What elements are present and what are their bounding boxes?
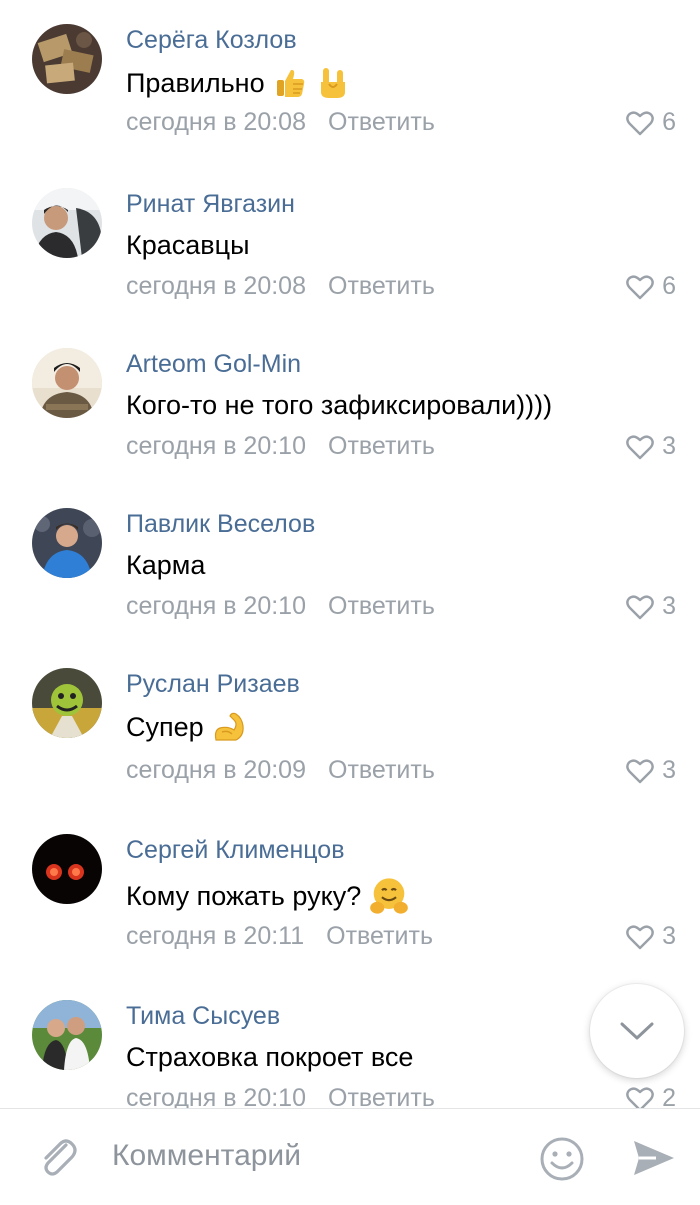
comment-text: Карма	[126, 550, 205, 581]
comment-composer: Комментарий	[0, 1108, 700, 1205]
hugging-face-emoji	[370, 878, 409, 914]
like-count: 6	[662, 272, 676, 300]
comment-item: Arteom Gol-Min Кого-то не того зафиксиро…	[0, 328, 700, 488]
comment-meta: сегодня в 20:08 Ответить	[126, 108, 435, 137]
comment-meta: сегодня в 20:10 Ответить	[126, 592, 435, 621]
comment-time: сегодня в 20:10	[126, 592, 306, 620]
heart-icon	[626, 110, 654, 135]
comment-text: Кого-то не того зафиксировали))))	[126, 390, 552, 421]
comment-item: Сергей Клименцов Кому пожать руку? сегод…	[0, 814, 700, 980]
comment-meta: сегодня в 20:10 Ответить	[126, 1084, 435, 1108]
reply-button[interactable]: Ответить	[326, 922, 433, 950]
chevron-down-icon	[620, 1022, 654, 1040]
heart-icon	[626, 434, 654, 459]
comment-author[interactable]: Сергей Клименцов	[126, 836, 344, 865]
heart-icon	[626, 1086, 654, 1108]
comment-time: сегодня в 20:09	[126, 756, 306, 784]
like-count: 3	[662, 592, 676, 620]
rock-hand-emoji	[320, 68, 345, 98]
paperclip-icon[interactable]	[36, 1135, 80, 1179]
heart-icon	[626, 274, 654, 299]
flexed-biceps-emoji	[214, 712, 244, 741]
comment-item: Серёга Козлов Правильно сегодня в 20:08 О…	[0, 4, 700, 164]
comment-author[interactable]: Ринат Явгазин	[126, 190, 295, 219]
like-count: 3	[662, 432, 676, 460]
comment-author[interactable]: Серёга Козлов	[126, 26, 297, 55]
reply-button[interactable]: Ответить	[328, 108, 435, 136]
scroll-down-button[interactable]	[590, 984, 684, 1078]
reply-button[interactable]: Ответить	[328, 272, 435, 300]
comment-text-content: Кого-то не того зафиксировали))))	[126, 390, 553, 420]
reply-button[interactable]: Ответить	[328, 756, 435, 784]
comment-text: Красавцы	[126, 230, 250, 261]
comment-time: сегодня в 20:11	[126, 922, 305, 950]
like-button[interactable]: 3	[626, 592, 676, 621]
comment-text-content: Правильно	[126, 67, 265, 98]
comment-text: Кому пожать руку?	[126, 876, 409, 916]
emoji-smile-icon[interactable]	[538, 1135, 586, 1183]
comment-meta: сегодня в 20:11 Ответить	[126, 922, 433, 951]
comment-item: Павлик Веселов Карма сегодня в 20:10 Отве…	[0, 488, 700, 648]
like-count: 3	[662, 756, 676, 784]
comment-text: Страховка покроет все	[126, 1042, 413, 1073]
comment-meta: сегодня в 20:09 Ответить	[126, 756, 435, 785]
like-button[interactable]: 3	[626, 922, 676, 951]
reply-button[interactable]: Ответить	[328, 1084, 435, 1108]
like-button[interactable]: 6	[626, 272, 676, 301]
avatar[interactable]	[32, 188, 102, 258]
comment-text-content: Супер	[126, 711, 204, 742]
send-icon[interactable]	[630, 1137, 676, 1179]
comment-text-content: Страховка покроет все	[126, 1042, 414, 1072]
comment-item: Ринат Явгазин Красавцы сегодня в 20:08 От…	[0, 168, 700, 328]
comment-text-content: Красавцы	[126, 230, 250, 260]
like-button[interactable]: 2	[626, 1084, 676, 1108]
comment-text-content: Карма	[126, 550, 206, 580]
comment-time: сегодня в 20:10	[126, 1084, 306, 1108]
reply-button[interactable]: Ответить	[328, 432, 435, 460]
comment-text: Правильно	[126, 66, 349, 100]
heart-icon	[626, 758, 654, 783]
reply-button[interactable]: Ответить	[328, 592, 435, 620]
avatar[interactable]	[32, 508, 102, 578]
comment-text-content: Кому пожать руку?	[126, 880, 362, 911]
comments-list: Серёга Козлов Правильно сегодня в 20:08 О…	[0, 0, 700, 1108]
heart-icon	[626, 594, 654, 619]
like-button[interactable]: 3	[626, 756, 676, 785]
comment-time: сегодня в 20:10	[126, 432, 306, 460]
comment-input[interactable]: Комментарий	[112, 1139, 301, 1173]
comment-author[interactable]: Arteom Gol-Min	[126, 350, 301, 379]
avatar[interactable]	[32, 348, 102, 418]
comment-author[interactable]: Павлик Веселов	[126, 510, 315, 539]
like-button[interactable]: 3	[626, 432, 676, 461]
comment-item: Руслан Ризаев Супер сегодня в 20:09 Ответ…	[0, 648, 700, 814]
comment-meta: сегодня в 20:10 Ответить	[126, 432, 435, 461]
comment-meta: сегодня в 20:08 Ответить	[126, 272, 435, 301]
thumbs-up-emoji	[276, 69, 304, 97]
comment-text: Супер	[126, 710, 246, 744]
avatar[interactable]	[32, 24, 102, 94]
comment-author[interactable]: Тима Сысуев	[126, 1002, 280, 1031]
heart-icon	[626, 924, 654, 949]
like-count: 2	[662, 1084, 676, 1108]
avatar[interactable]	[32, 668, 102, 738]
comment-time: сегодня в 20:08	[126, 272, 306, 300]
avatar[interactable]	[32, 834, 102, 904]
like-count: 3	[662, 922, 676, 950]
like-button[interactable]: 6	[626, 108, 676, 137]
comment-author[interactable]: Руслан Ризаев	[126, 670, 300, 699]
comment-time: сегодня в 20:08	[126, 108, 306, 136]
like-count: 6	[662, 108, 676, 136]
avatar[interactable]	[32, 1000, 102, 1070]
